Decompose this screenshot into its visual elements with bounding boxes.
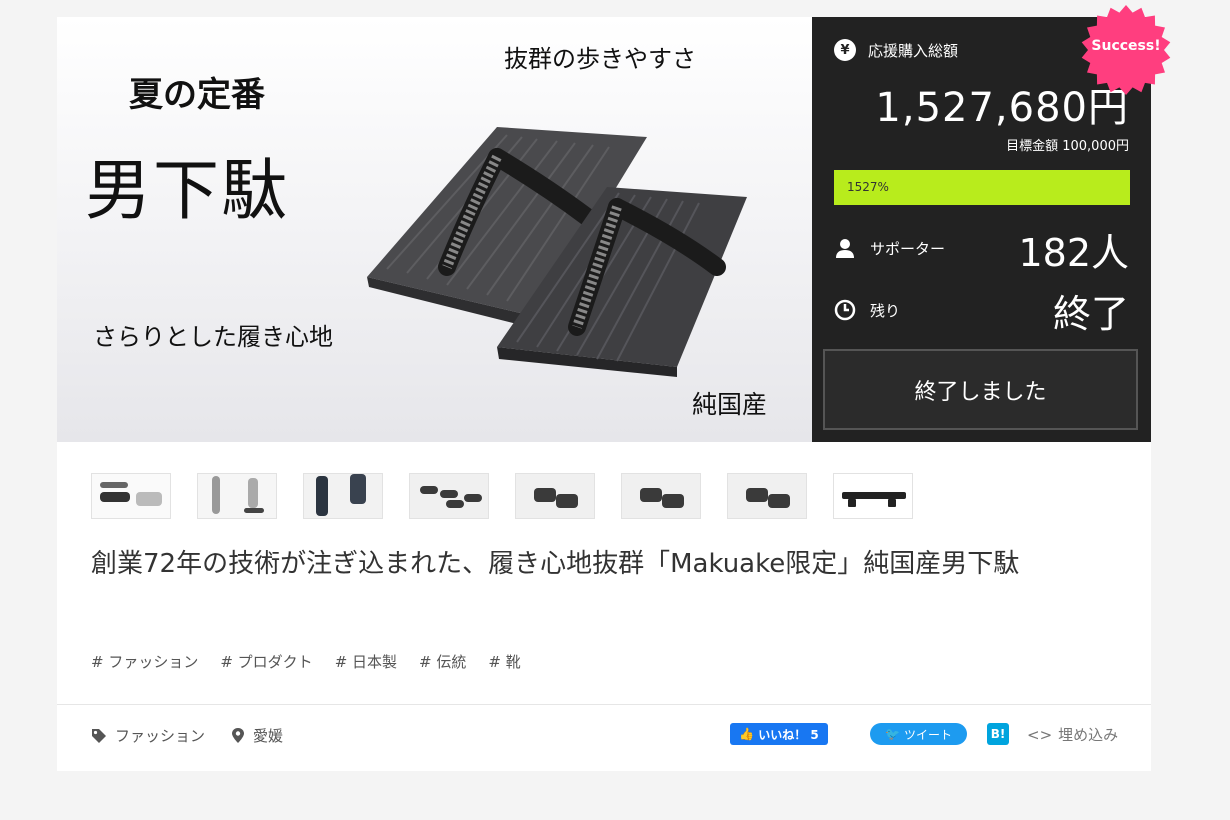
supporters-label: サポーター: [870, 239, 946, 258]
tweet-button[interactable]: 🐦 ツイート: [870, 723, 967, 745]
location-link[interactable]: 愛媛: [253, 725, 283, 746]
project-main-image[interactable]: 夏の定番 男下駄 抜群の歩きやすさ さらりとした履き心地 純国産: [57, 17, 812, 442]
tag-fashion[interactable]: # ファッション: [91, 651, 198, 672]
embed-label: 埋め込み: [1058, 726, 1119, 744]
thumbnail-5[interactable]: [515, 473, 595, 519]
remaining-label-row: 残り: [834, 299, 900, 321]
project-card: 夏の定番 男下駄 抜群の歩きやすさ さらりとした履き心地 純国産 ¥ 応援購入総…: [57, 17, 1151, 771]
remaining-value: 終了: [1052, 292, 1129, 336]
thumbnail-4[interactable]: [409, 473, 489, 519]
category-link[interactable]: ファッション: [115, 725, 205, 746]
twitter-bird-icon: 🐦: [885, 727, 900, 741]
embed-button[interactable]: <> 埋め込み: [1027, 724, 1118, 745]
supporters-value: 182人: [1018, 231, 1129, 275]
code-icon: <>: [1027, 725, 1053, 744]
success-badge-label: Success!: [1091, 38, 1161, 54]
thumbs-up-icon: 👍: [739, 727, 755, 741]
yen-icon: ¥: [834, 39, 856, 61]
hero-text-comfort: 抜群の歩きやすさ: [504, 45, 696, 73]
goal-amount: 目標金額 100,000円: [1006, 139, 1129, 154]
hero-text-domestic: 純国産: [692, 390, 768, 419]
divider: [57, 704, 1151, 705]
thumbnail-1[interactable]: [91, 473, 171, 519]
facebook-like-button[interactable]: 👍 いいね！ 5: [730, 723, 828, 745]
remaining-label: 残り: [870, 301, 901, 320]
thumbnail-8[interactable]: [833, 473, 913, 519]
tag-made-in-japan[interactable]: # 日本製: [335, 651, 397, 672]
tag-shoes[interactable]: # 靴: [488, 651, 520, 672]
hero-text-geta: 男下駄: [85, 152, 289, 229]
project-meta: ファッション 愛媛: [91, 725, 283, 746]
progress-percent: 1527%: [847, 180, 889, 194]
hatena-bookmark-button[interactable]: B!: [987, 723, 1009, 745]
hero-text-summer: 夏の定番: [129, 75, 265, 115]
thumbnail-6[interactable]: [621, 473, 701, 519]
like-label: いいね！ 5: [758, 727, 819, 742]
thumbnail-3[interactable]: [303, 473, 383, 519]
tag-product[interactable]: # プロダクト: [220, 651, 312, 672]
clock-icon: [834, 299, 856, 321]
thumbnail-strip: [91, 473, 913, 519]
tweet-label: ツイート: [903, 727, 952, 742]
project-title: 創業72年の技術が注ぎ込まれた、履き心地抜群「Makuake限定」純国産男下駄: [91, 549, 1020, 579]
tag-icon: [92, 728, 106, 743]
total-amount-label-row: ¥ 応援購入総額: [834, 39, 958, 61]
thumbnail-7[interactable]: [727, 473, 807, 519]
hero-text-feel: さらりとした履き心地: [93, 323, 333, 351]
tag-list: # ファッション # プロダクト # 日本製 # 伝統 # 靴: [91, 651, 521, 672]
location-pin-icon: [232, 728, 245, 743]
thumbnail-2[interactable]: [197, 473, 277, 519]
funding-progress-bar: 1527%: [834, 170, 1130, 205]
person-icon: [836, 239, 854, 258]
success-badge: Success!: [1080, 4, 1172, 96]
project-ended-button[interactable]: 終了しました: [823, 349, 1138, 430]
supporters-label-row: サポーター: [834, 237, 945, 259]
geta-sandals-illustration: [367, 127, 747, 377]
total-amount-label: 応援購入総額: [868, 41, 959, 60]
tag-tradition[interactable]: # 伝統: [419, 651, 466, 672]
